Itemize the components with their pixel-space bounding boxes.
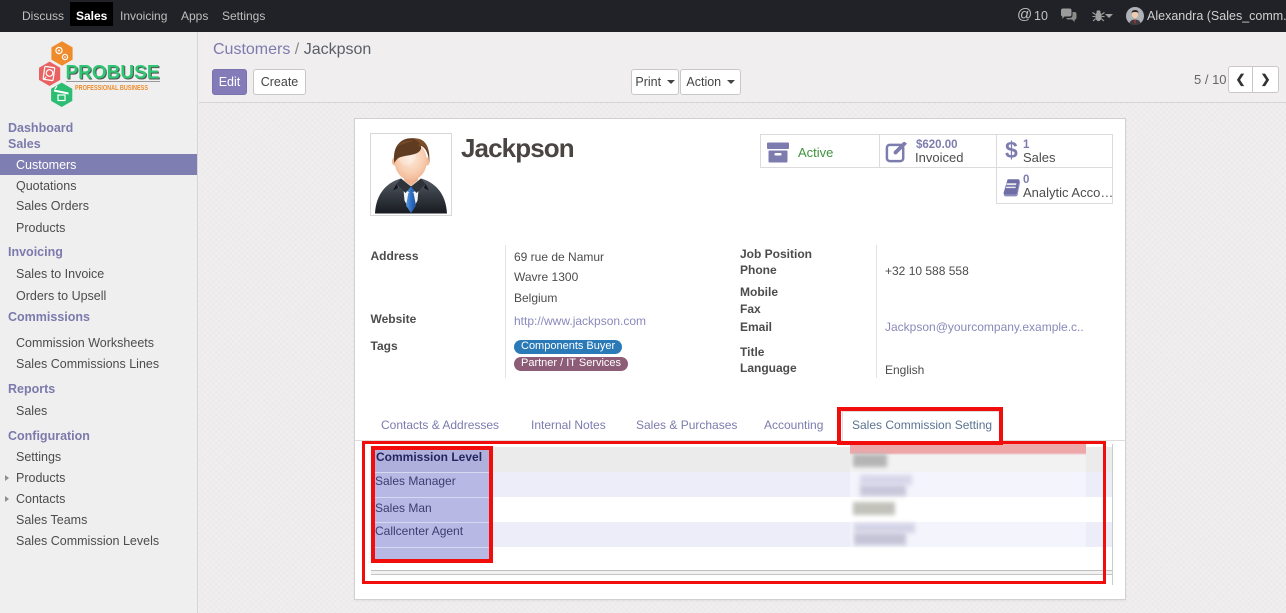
- svg-text:PROBUSE: PROBUSE: [66, 63, 160, 84]
- svg-text:PROFESSIONAL BUSINESS: PROFESSIONAL BUSINESS: [75, 83, 148, 92]
